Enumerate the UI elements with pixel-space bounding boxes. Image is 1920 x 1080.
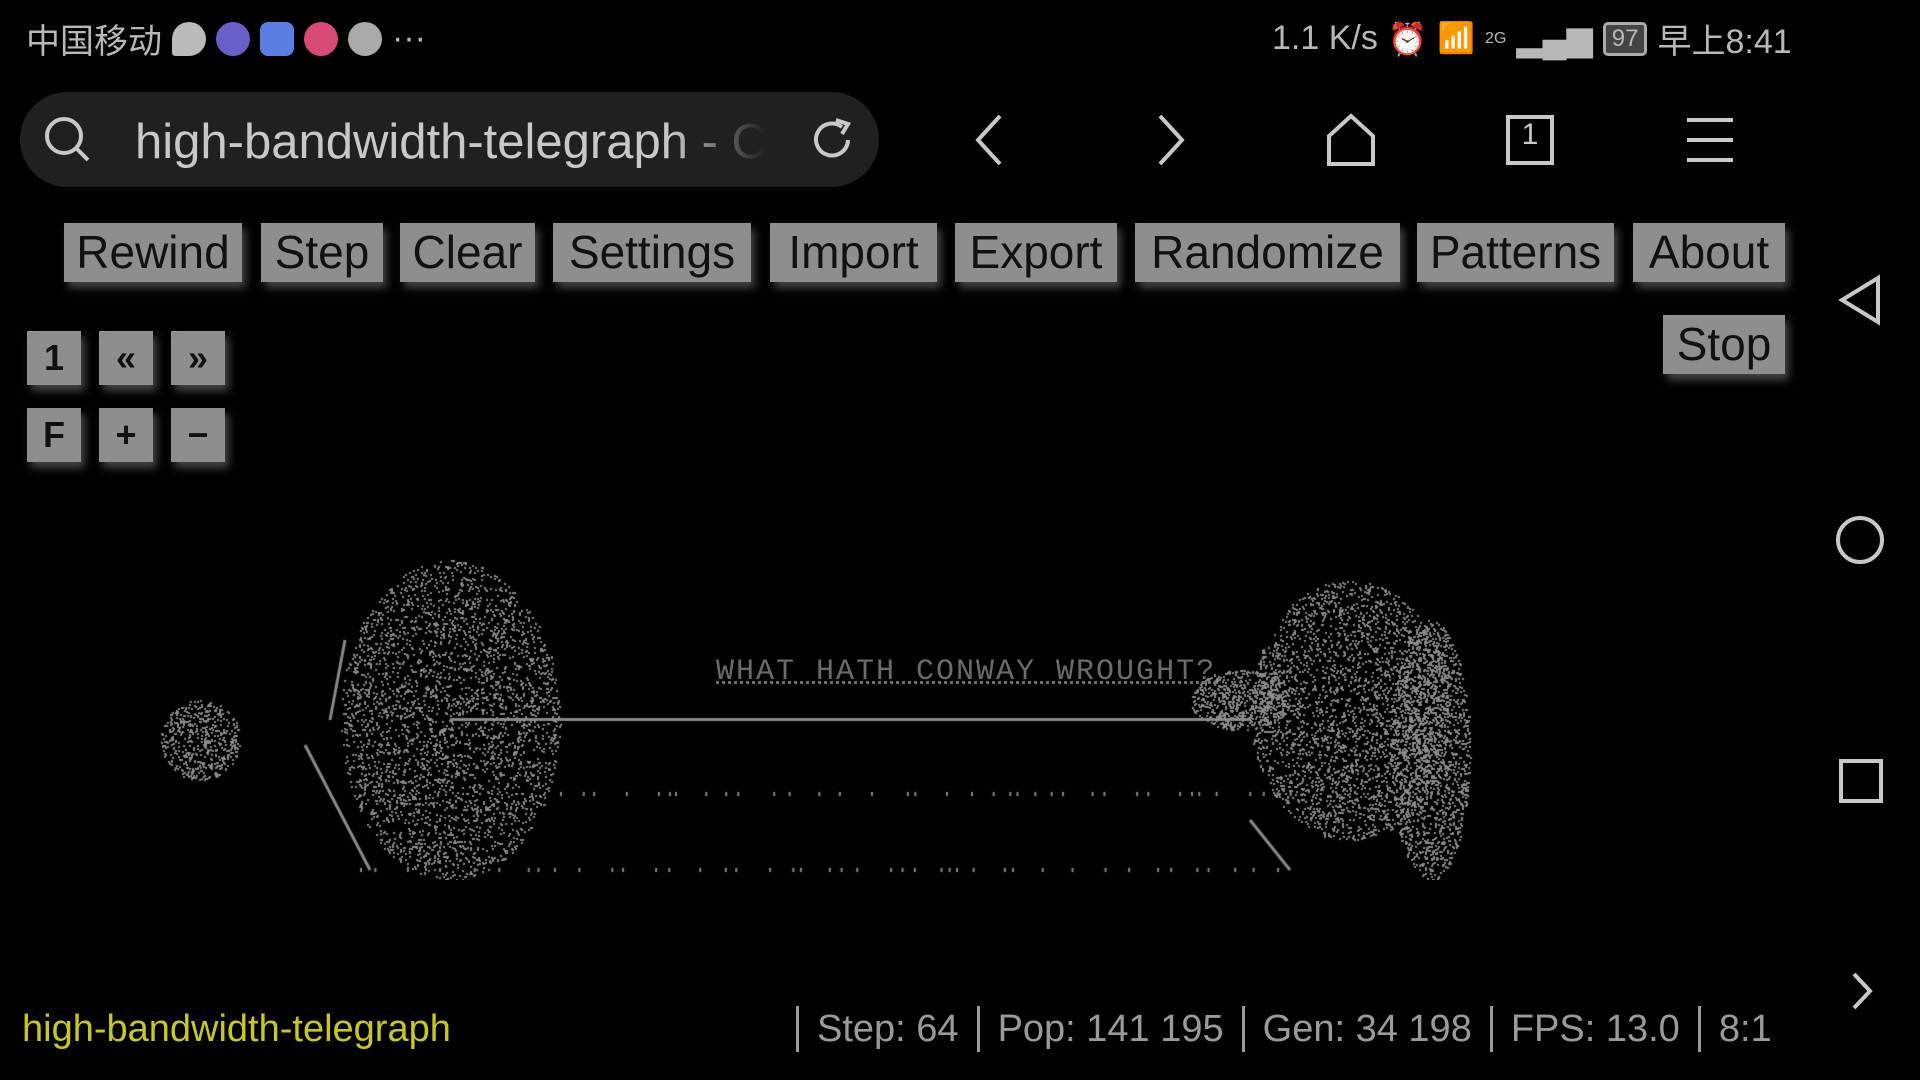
status-left: 中国移动 ··· <box>26 14 426 63</box>
stats-bar: Step: 64 Pop: 141 195 Gen: 34 198 FPS: 13.0… <box>796 1006 1790 1052</box>
step-size-button[interactable]: 1 <box>27 331 81 385</box>
carrier-label: 中国移动 <box>26 23 162 61</box>
home-icon[interactable] <box>1325 112 1377 168</box>
rewind-button[interactable]: Rewind <box>64 223 242 282</box>
clock: 早上8:41 <box>1657 23 1792 61</box>
life-canvas[interactable] <box>0 540 1820 880</box>
back-icon[interactable] <box>970 112 1010 168</box>
zoom-in-button[interactable]: + <box>99 408 153 462</box>
music-icon <box>260 21 294 56</box>
forward-icon[interactable] <box>1150 112 1190 168</box>
about-button[interactable]: About <box>1633 223 1785 282</box>
more-notifications: ··· <box>392 19 426 57</box>
expand-chevron-icon[interactable] <box>1848 970 1876 1012</box>
step-stat: Step: 64 <box>796 1006 977 1052</box>
search-icon[interactable] <box>44 116 92 164</box>
network-type: 2G <box>1485 29 1507 47</box>
message-icon <box>172 21 206 56</box>
pattern-embedded-text: WHAT HATH CONWAY WROUGHT? <box>716 655 1217 689</box>
zoom-stat: 8:1 <box>1697 1006 1790 1052</box>
import-button[interactable]: Import <box>770 223 937 282</box>
status-right: 1.1 K/s ⏰ 📶 2G ▂▄▆ 97 早上8:41 <box>1272 14 1792 63</box>
clear-button[interactable]: Clear <box>400 223 535 282</box>
fit-button[interactable]: F <box>27 408 81 462</box>
recents-square-icon[interactable] <box>1838 758 1884 804</box>
stop-button[interactable]: Stop <box>1663 315 1785 374</box>
settings-button[interactable]: Settings <box>553 223 751 282</box>
step-button[interactable]: Step <box>261 223 383 282</box>
signal-icon: ▂▄▆ <box>1516 19 1593 58</box>
randomize-button[interactable]: Randomize <box>1135 223 1400 282</box>
slower-button[interactable]: « <box>99 331 153 385</box>
reload-icon[interactable] <box>808 116 856 164</box>
generation-stat: Gen: 34 198 <box>1241 1006 1490 1052</box>
home-circle-icon[interactable] <box>1834 514 1886 566</box>
patterns-button[interactable]: Patterns <box>1417 223 1614 282</box>
export-button[interactable]: Export <box>955 223 1117 282</box>
wifi-icon: 📶 <box>1437 22 1476 55</box>
fps-stat: FPS: 13.0 <box>1489 1006 1698 1052</box>
zoom-out-button[interactable]: − <box>171 408 225 462</box>
tieba-icon <box>216 21 250 56</box>
url-text[interactable]: high-bandwidth-telegraph - Conway's Game… <box>135 114 765 170</box>
wechat-icon <box>348 21 382 56</box>
app-icon <box>304 21 338 56</box>
tab-count: 1 <box>1521 118 1539 151</box>
population-stat: Pop: 141 195 <box>976 1006 1242 1052</box>
alarm-icon: ⏰ <box>1387 20 1428 57</box>
net-speed: 1.1 K/s <box>1272 19 1378 57</box>
battery-icon: 97 <box>1602 21 1648 56</box>
faster-button[interactable]: » <box>171 331 225 385</box>
pattern-name: high-bandwidth-telegraph <box>22 1008 451 1050</box>
back-triangle-icon[interactable] <box>1838 274 1884 326</box>
menu-icon[interactable] <box>1685 116 1735 164</box>
